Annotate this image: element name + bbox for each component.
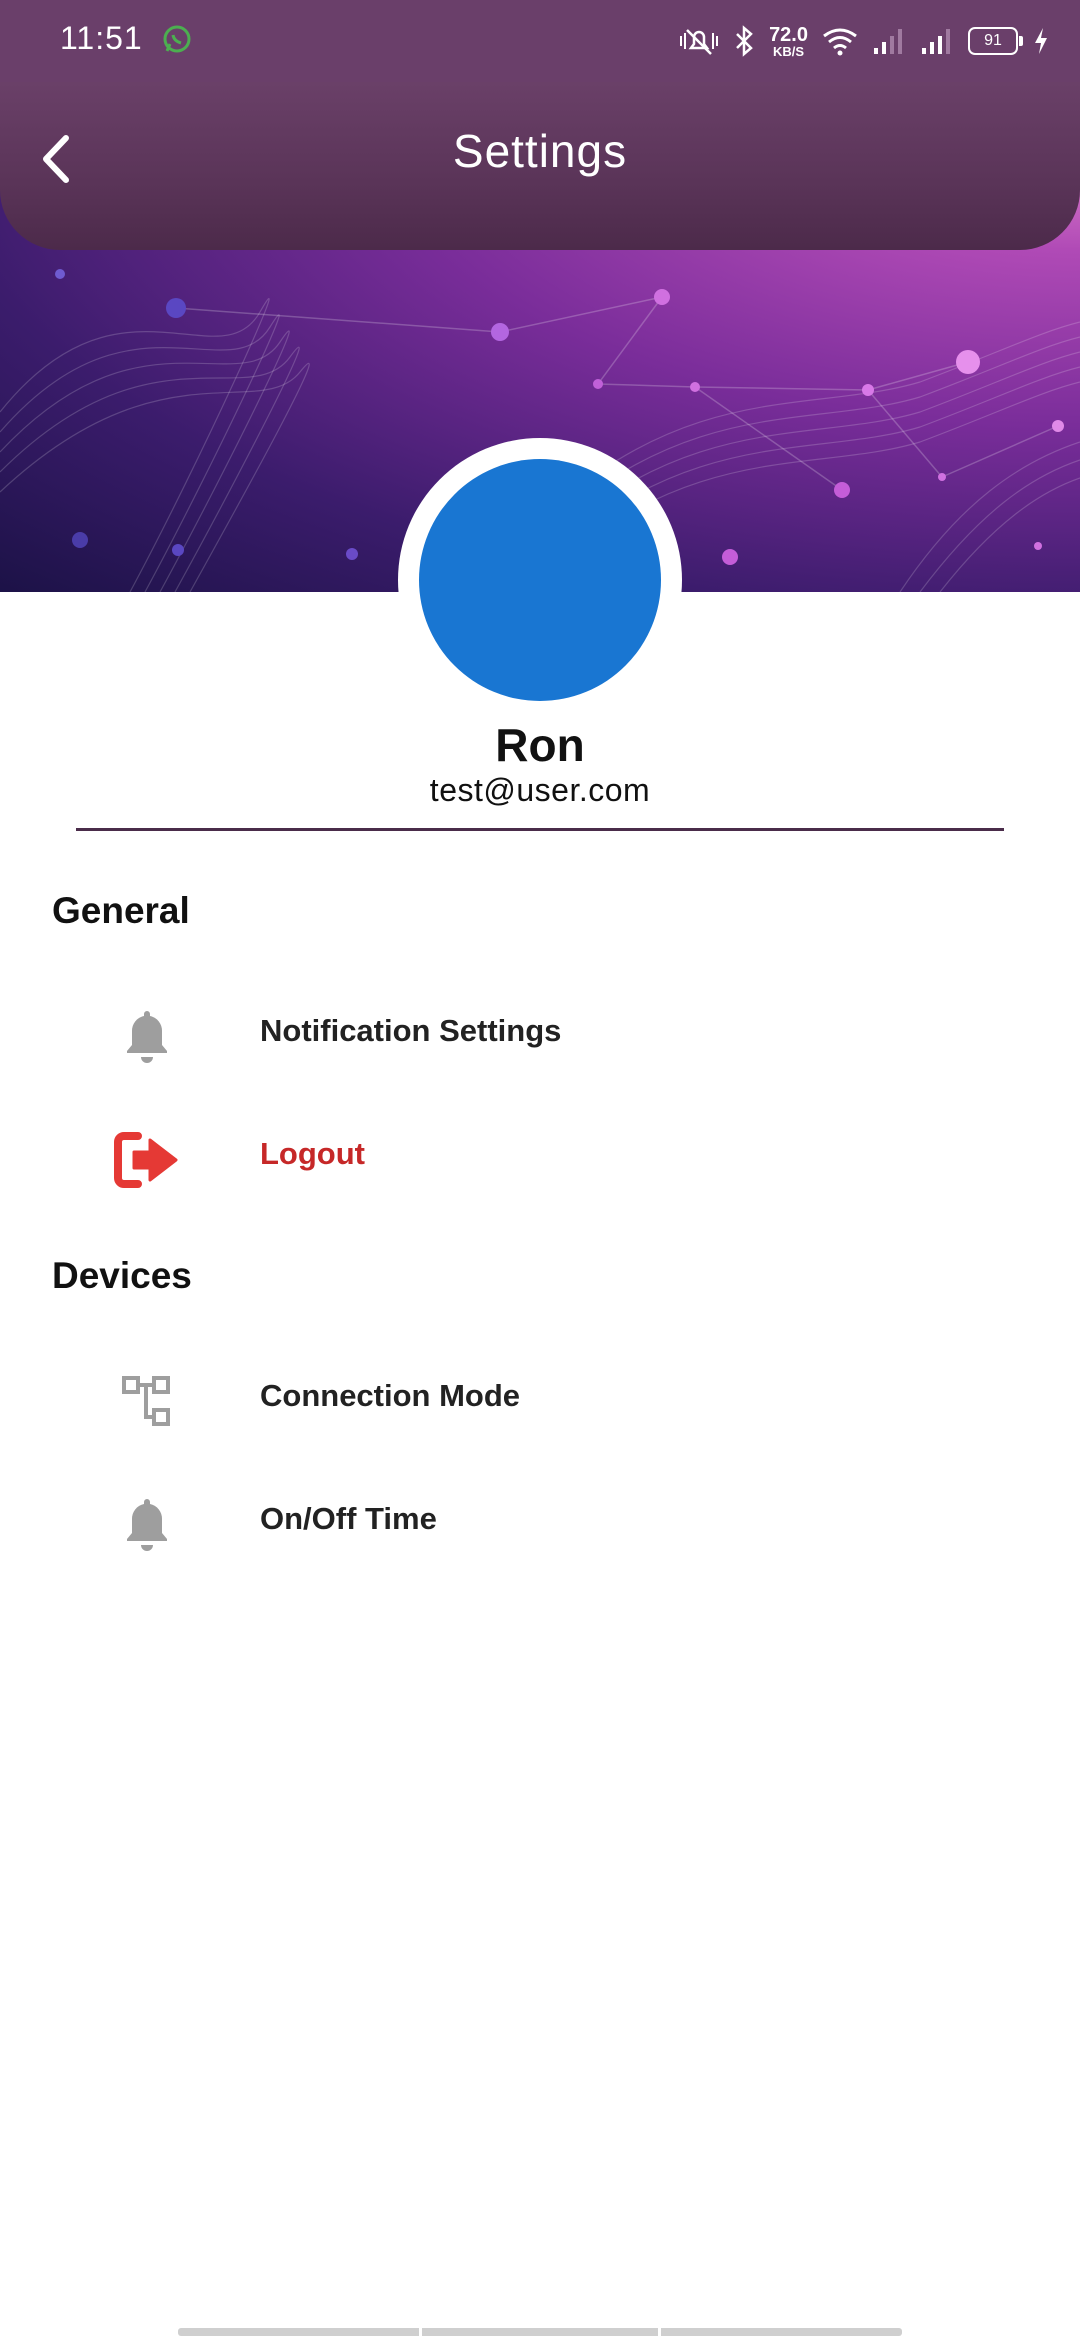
menu-label-notification-settings: Notification Settings [260,1013,562,1048]
network-speed-value: 72.0 [769,23,808,46]
section-title-devices: Devices [52,1255,192,1296]
wifi-icon [823,28,857,56]
menu-item-connection-mode[interactable]: Connection Mode [0,1342,1080,1452]
nav-handle-divider [419,2328,422,2336]
menu-item-logout[interactable]: Logout [0,1100,1080,1210]
page-title: Settings [452,125,628,177]
bluetooth-icon [736,25,753,57]
whatsapp-icon [163,25,191,53]
nav-handle-divider [658,2328,661,2336]
network-icon [122,1376,170,1426]
menu-label-connection-mode: Connection Mode [260,1378,521,1413]
menu-item-notification-settings[interactable]: Notification Settings [0,977,1080,1087]
bell-icon [127,1499,167,1551]
app-bar: Settings [0,82,1080,250]
signal-icon [874,29,902,54]
network-speed-unit: KB/S [773,43,805,59]
status-icons: 72.0 KB/S 91 [679,18,1050,64]
menu-label-logout: Logout [260,1136,366,1171]
status-bar: 11:51 72.0 KB/S 91 [0,0,1080,82]
avatar-ring [398,438,682,722]
status-time: 11:51 [60,20,143,56]
section-title-general: General [52,890,190,931]
signal-icon-2 [922,29,950,54]
charging-icon [1035,28,1047,54]
mute-icon [680,29,719,55]
user-name: Ron [495,719,585,771]
battery-icon: 91 [968,27,1023,55]
logout-icon [114,1132,178,1188]
user-email: test@user.com [429,772,651,808]
network-speed: 72.0 KB/S [769,25,808,58]
profile-divider [76,828,1004,831]
menu-item-on-off-time[interactable]: On/Off Time [0,1465,1080,1575]
navigation-handle[interactable] [178,2328,902,2336]
bell-icon [127,1011,167,1063]
menu-label-on-off-time: On/Off Time [260,1501,437,1536]
avatar[interactable] [419,459,661,701]
